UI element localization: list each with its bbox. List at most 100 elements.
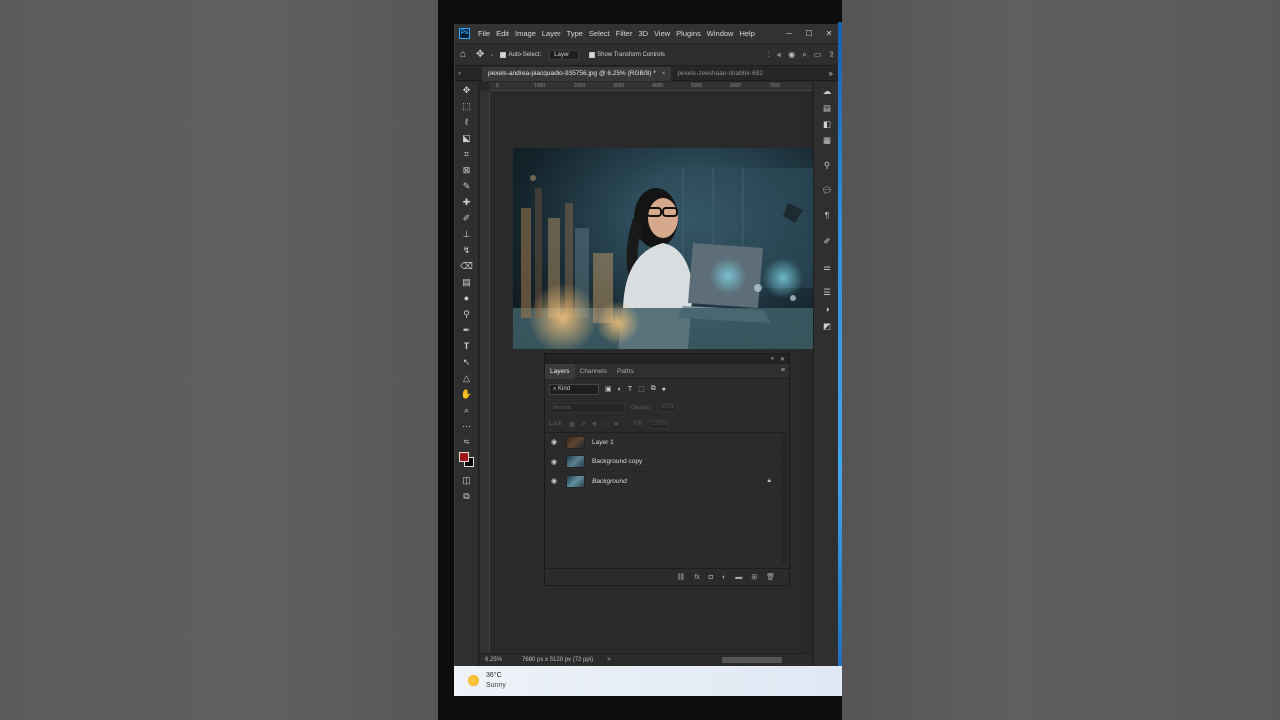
align-center-icon[interactable]: ⫷ bbox=[777, 50, 782, 60]
foreground-color-swatch[interactable] bbox=[459, 452, 469, 462]
adjustments-icon[interactable]: ◧ bbox=[821, 119, 833, 130]
lock-artboard-icon[interactable]: ⬚ bbox=[603, 421, 609, 428]
lock-all-icon[interactable]: 🔒︎ bbox=[615, 421, 618, 428]
layer-style-fx-icon[interactable]: fx bbox=[694, 574, 699, 581]
share-icon[interactable]: ⇪ bbox=[828, 50, 835, 59]
tab-document-second[interactable]: pexels-zeeshaan-shabbir-692 bbox=[671, 67, 769, 81]
visibility-eye-icon[interactable]: ◉ bbox=[548, 477, 560, 485]
move-tool-preset-icon[interactable]: ✥ bbox=[476, 49, 484, 60]
filter-toggle-icon[interactable]: ● bbox=[662, 386, 666, 393]
align-left-icon[interactable]: ⫶ bbox=[768, 50, 770, 60]
move-tool-icon[interactable]: ✥ bbox=[459, 84, 474, 97]
tab-channels[interactable]: Channels bbox=[575, 364, 612, 379]
filter-kind-dropdown[interactable]: ⌕ Kind bbox=[549, 383, 599, 395]
menu-file[interactable]: File bbox=[475, 29, 493, 38]
menu-type[interactable]: Type bbox=[564, 29, 586, 38]
visibility-eye-icon[interactable]: ◉ bbox=[548, 458, 560, 466]
close-icon[interactable]: ✕ bbox=[819, 29, 839, 38]
swatches-icon[interactable]: ▦ bbox=[821, 135, 833, 146]
filter-pixel-icon[interactable]: ▣ bbox=[605, 385, 612, 393]
add-mask-icon[interactable]: ◘ bbox=[709, 574, 713, 581]
filter-adjustment-icon[interactable]: ◐ bbox=[618, 386, 622, 393]
brushes-icon[interactable]: ⚲ bbox=[821, 160, 833, 171]
sun-weather-icon[interactable] bbox=[468, 675, 479, 686]
visibility-eye-icon[interactable]: ◉ bbox=[548, 438, 560, 446]
object-selection-tool-icon[interactable]: ⬕ bbox=[459, 132, 474, 145]
crop-tool-icon[interactable]: ⌗ bbox=[459, 148, 474, 161]
color-icon[interactable]: ◑ bbox=[821, 304, 833, 315]
show-transform-controls-checkbox[interactable]: Show Transform Controls bbox=[589, 51, 665, 58]
status-more-icon[interactable]: > bbox=[607, 657, 611, 663]
home-icon[interactable]: ⌂ bbox=[460, 49, 466, 60]
filter-smart-object-icon[interactable]: ⧉ bbox=[651, 385, 656, 393]
paragraph-icon[interactable]: ¶ bbox=[821, 210, 833, 221]
lock-image-icon[interactable]: ✐ bbox=[581, 421, 586, 428]
fill-input[interactable]: 100% bbox=[649, 419, 670, 429]
eraser-tool-icon[interactable]: ⌫ bbox=[459, 260, 474, 273]
eyedropper-tool-icon[interactable]: ✎ bbox=[459, 180, 474, 193]
filter-shape-icon[interactable]: ⬚ bbox=[638, 385, 645, 393]
sliders-icon[interactable]: ☰ bbox=[821, 287, 833, 298]
shape-tool-icon[interactable]: △ bbox=[459, 372, 474, 385]
workspace-icon[interactable]: ▭ bbox=[814, 50, 822, 59]
menu-filter[interactable]: Filter bbox=[613, 29, 636, 38]
menu-window[interactable]: Window bbox=[704, 29, 737, 38]
layer-row[interactable]: ◉ Background copy bbox=[545, 453, 789, 472]
more-tools-icon[interactable]: ⋯ bbox=[459, 420, 474, 433]
swap-colors-icon[interactable]: ⇆ bbox=[459, 436, 474, 449]
clone-stamp-tool-icon[interactable]: ⊥ bbox=[459, 228, 474, 241]
gradient-tool-icon[interactable]: ▤ bbox=[459, 276, 474, 289]
minimize-icon[interactable]: ─ bbox=[779, 29, 799, 38]
navigator-icon[interactable]: ◩ bbox=[821, 321, 833, 332]
3d-mode-icon[interactable]: ◉ bbox=[788, 50, 795, 59]
close-tab-icon[interactable]: × bbox=[662, 70, 666, 77]
close-panel-icon[interactable]: ✕ bbox=[780, 356, 785, 363]
new-layer-icon[interactable]: ⊞ bbox=[751, 573, 757, 581]
menu-view[interactable]: View bbox=[651, 29, 673, 38]
tab-paths[interactable]: Paths bbox=[612, 364, 639, 379]
menu-image[interactable]: Image bbox=[512, 29, 539, 38]
menu-help[interactable]: Help bbox=[736, 29, 757, 38]
menu-plugins[interactable]: Plugins bbox=[673, 29, 704, 38]
marquee-tool-icon[interactable]: ⬚ bbox=[459, 100, 474, 113]
link-layers-icon[interactable]: ⛓ bbox=[676, 573, 685, 581]
collapse-panels-icon[interactable]: » bbox=[458, 71, 482, 77]
chevron-down-icon[interactable]: ⌄ bbox=[489, 51, 494, 58]
pen-tool-icon[interactable]: ✒ bbox=[459, 324, 474, 337]
tab-layers[interactable]: Layers bbox=[545, 363, 575, 379]
filter-type-icon[interactable]: T bbox=[628, 386, 632, 393]
horizontal-scrollbar[interactable] bbox=[722, 657, 782, 663]
panel-header[interactable]: « ✕ bbox=[545, 354, 789, 364]
opacity-input[interactable]: 100% bbox=[657, 403, 678, 412]
path-selection-tool-icon[interactable]: ↖ bbox=[459, 356, 474, 369]
blend-mode-dropdown[interactable]: Normal bbox=[549, 402, 625, 413]
more-tabs-icon[interactable]: » bbox=[829, 69, 833, 78]
collapse-panel-icon[interactable]: « bbox=[771, 356, 774, 362]
weather-condition[interactable]: Sunny bbox=[486, 682, 506, 689]
properties-icon[interactable]: ⚌ bbox=[821, 262, 833, 273]
layer-row[interactable]: ◉ Layer 1 bbox=[545, 433, 789, 453]
brush-tool-icon[interactable]: ✐ bbox=[459, 212, 474, 225]
vertical-ruler[interactable] bbox=[480, 91, 490, 657]
frame-tool-icon[interactable]: ⊠ bbox=[459, 164, 474, 177]
menu-3d[interactable]: 3D bbox=[635, 29, 651, 38]
lock-transparent-icon[interactable]: ▦ bbox=[569, 421, 575, 428]
screen-mode-icon[interactable]: ⧉ bbox=[459, 490, 474, 503]
menu-edit[interactable]: Edit bbox=[493, 29, 512, 38]
history-brush-tool-icon[interactable]: ↯ bbox=[459, 244, 474, 257]
auto-select-target-dropdown[interactable]: Layer bbox=[549, 49, 580, 60]
adjustment-layer-icon[interactable]: ◐ bbox=[722, 574, 726, 581]
blur-tool-icon[interactable]: ● bbox=[459, 292, 474, 305]
healing-brush-tool-icon[interactable]: ✚ bbox=[459, 196, 474, 209]
new-group-folder-icon[interactable]: ▬ bbox=[735, 574, 742, 581]
menu-select[interactable]: Select bbox=[586, 29, 613, 38]
lock-position-icon[interactable]: ✥ bbox=[592, 421, 597, 428]
zoom-tool-icon[interactable]: ⌕ bbox=[459, 404, 474, 417]
type-tool-icon[interactable]: T bbox=[459, 340, 474, 353]
zoom-level[interactable]: 6.25% bbox=[485, 657, 502, 663]
libraries-icon[interactable]: ▤ bbox=[821, 103, 833, 114]
search-icon[interactable]: ⌕ bbox=[802, 50, 806, 60]
comments-icon[interactable]: 💬︎ bbox=[821, 185, 833, 196]
maximize-icon[interactable]: ☐ bbox=[799, 29, 819, 38]
dodge-tool-icon[interactable]: ⚲ bbox=[459, 308, 474, 321]
